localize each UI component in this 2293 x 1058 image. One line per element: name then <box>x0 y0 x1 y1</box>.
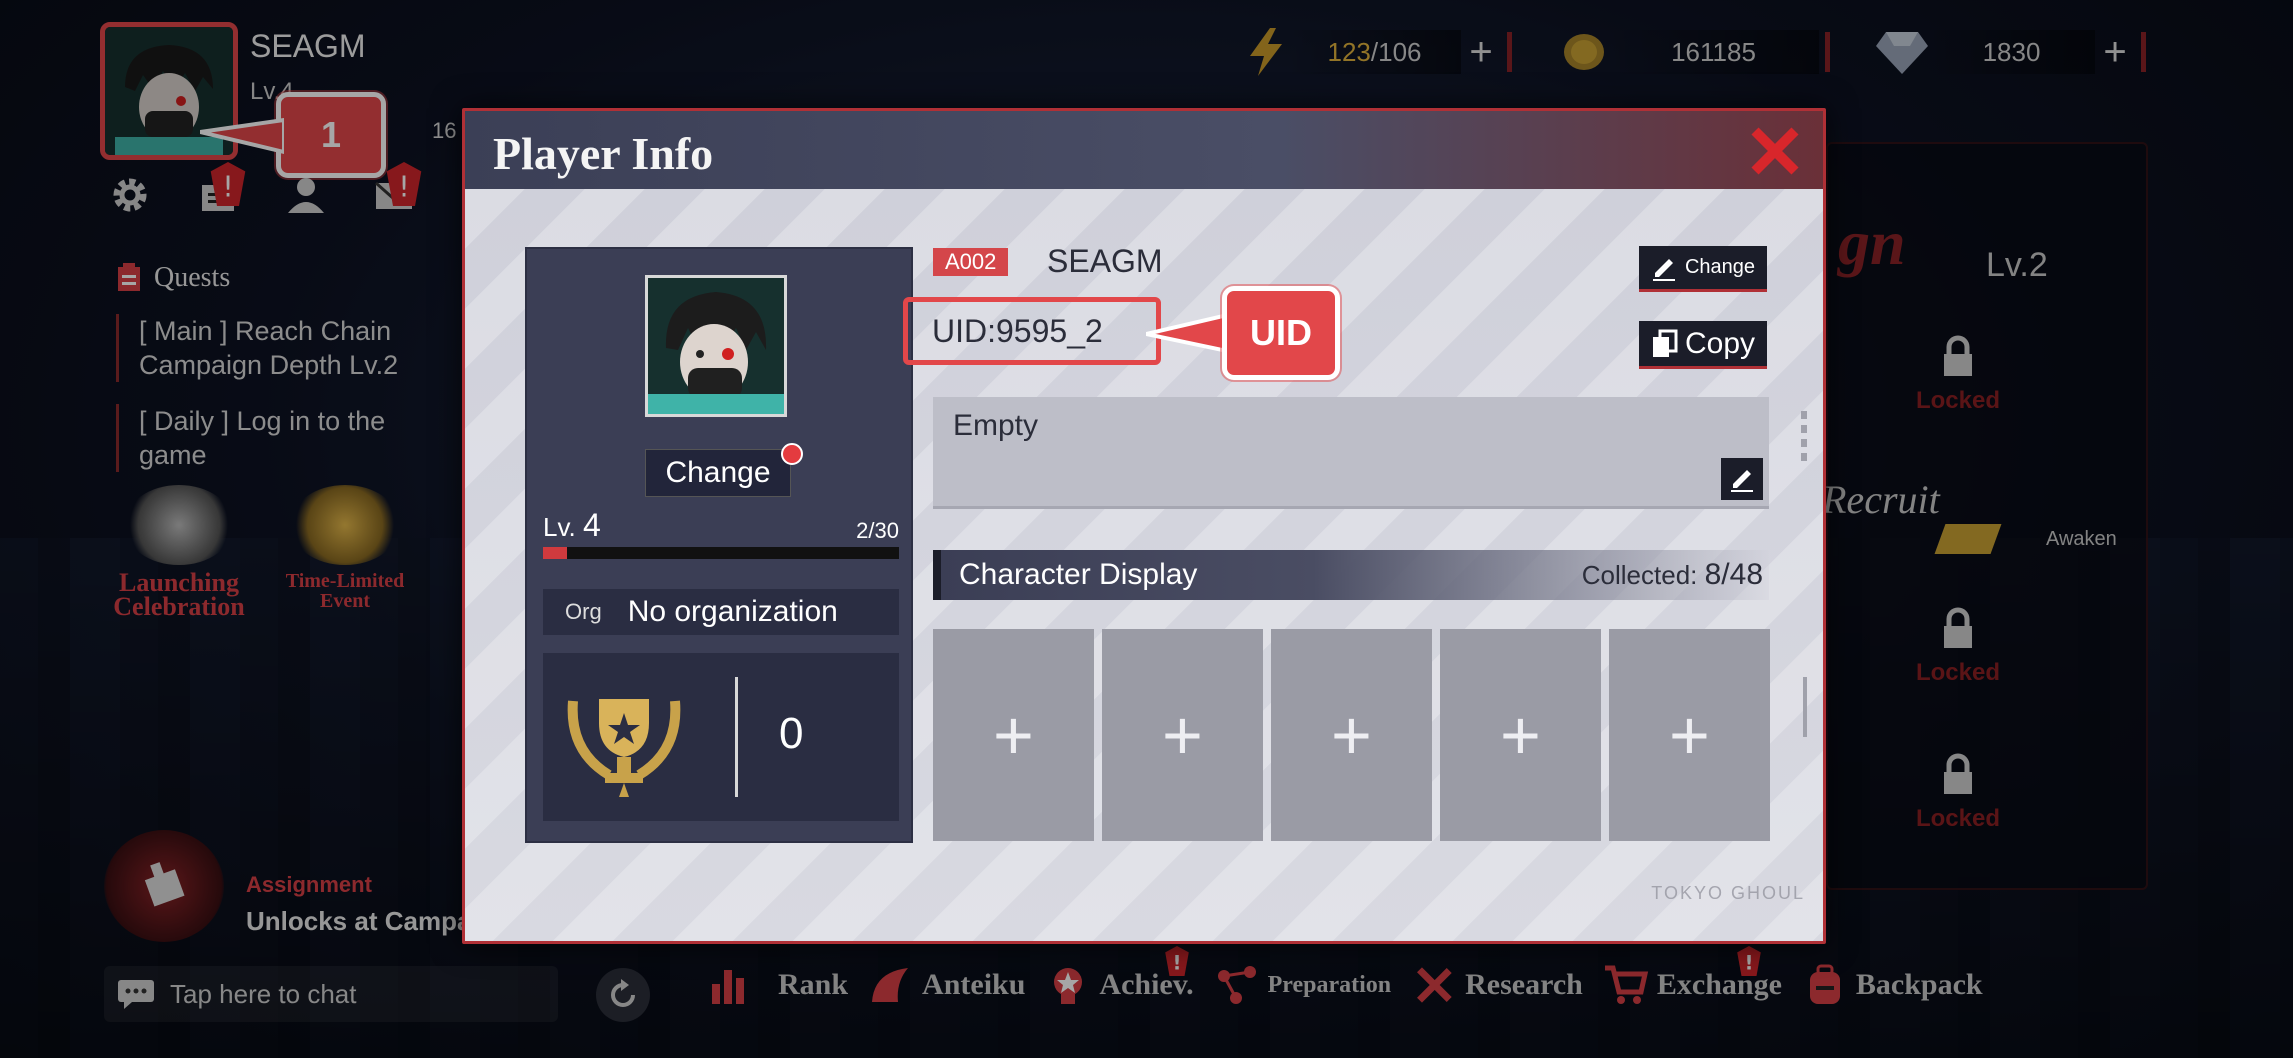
character-slot[interactable]: + <box>1609 629 1770 841</box>
player-name: SEAGM <box>1047 243 1163 279</box>
xp-bar <box>543 547 899 559</box>
player-info-modal: Player Info TOKYO GHOUL Change Lv. 4 2/3… <box>462 108 1826 944</box>
uid-display: UID:9595_2 <box>903 297 1161 365</box>
copy-icon <box>1652 329 1678 357</box>
collected-value: 8/48 <box>1704 558 1763 591</box>
copy-uid-button[interactable]: Copy <box>1639 321 1767 369</box>
notification-dot <box>781 443 803 465</box>
copy-label: Copy <box>1684 326 1756 360</box>
trophy-box: 0 <box>543 653 899 821</box>
character-slot[interactable]: + <box>1440 629 1601 841</box>
modal-header: Player Info <box>465 111 1823 189</box>
pencil-icon <box>1652 258 1675 281</box>
close-icon <box>1751 127 1799 175</box>
player-id-tag: A002 <box>933 248 1009 276</box>
level-display: Lv. 4 <box>543 507 601 544</box>
pencil-icon <box>1731 470 1753 492</box>
close-button[interactable] <box>1745 121 1805 181</box>
xp-text: 2/30 <box>856 518 899 543</box>
scroll-handle[interactable] <box>1801 411 1807 463</box>
collected-count: Collected: 8/48 <box>1582 558 1763 592</box>
player-portrait <box>645 275 787 417</box>
callout-uid-pointer <box>1146 311 1232 355</box>
edit-bio-button[interactable] <box>1721 458 1763 500</box>
trophy-count: 0 <box>779 709 804 758</box>
character-slots: + + + + + <box>933 629 1773 841</box>
callout-uid: UID <box>1222 286 1340 380</box>
change-avatar-button[interactable]: Change <box>645 449 791 497</box>
org-value: No organization <box>627 595 838 628</box>
trophy-icon <box>567 699 681 797</box>
character-display-title: Character Display <box>959 558 1198 591</box>
change-name-button[interactable]: Change <box>1639 246 1767 292</box>
bio-text: Empty <box>953 409 1039 442</box>
bio-field[interactable]: Empty <box>933 397 1769 509</box>
org-label: Org <box>565 599 602 624</box>
character-slot[interactable]: + <box>1102 629 1263 841</box>
change-name-label: Change <box>1684 256 1756 278</box>
level-label: Lv. <box>543 512 576 542</box>
portrait-image-icon <box>648 278 784 414</box>
modal-title: Player Info <box>493 128 714 179</box>
character-slot[interactable]: + <box>933 629 1094 841</box>
divider <box>735 677 738 797</box>
organization-row: Org No organization <box>543 589 899 635</box>
level-value: 4 <box>583 507 601 543</box>
character-display-header: Character Display Collected: 8/48 <box>933 550 1769 600</box>
scrollbar[interactable] <box>1803 677 1807 737</box>
collected-label: Collected: <box>1581 560 1705 590</box>
level-row: Lv. 4 2/30 <box>543 507 899 544</box>
watermark-text: TOKYO GHOUL <box>1651 883 1805 903</box>
player-card: Change Lv. 4 2/30 Org No organization 0 <box>525 247 913 843</box>
xp-bar-fill <box>543 547 567 559</box>
character-slot[interactable]: + <box>1271 629 1432 841</box>
